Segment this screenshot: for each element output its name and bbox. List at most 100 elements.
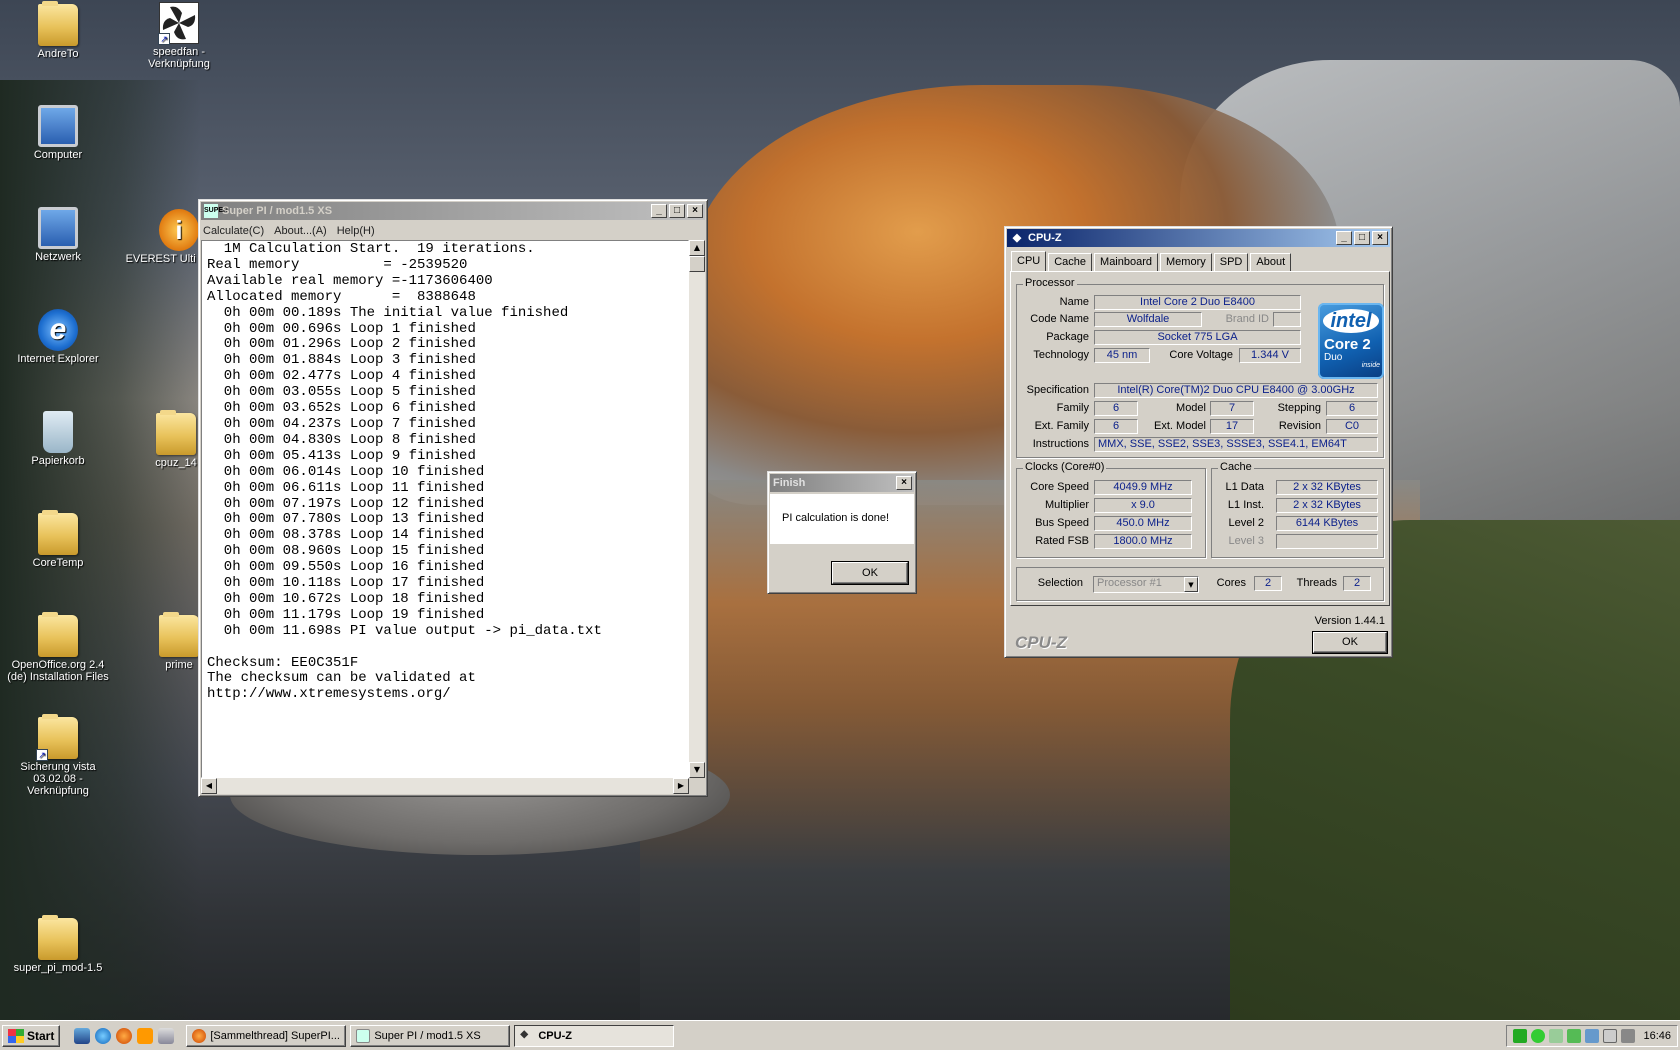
horizontal-scrollbar[interactable]: ◀ ▶ [201, 778, 689, 794]
desktop-icon-super-pi[interactable]: super_pi_mod-1.5 [3, 915, 113, 974]
media-player-icon[interactable] [137, 1027, 154, 1044]
scroll-thumb[interactable] [689, 256, 705, 272]
processor-group: Processor Name Intel Core 2 Duo E8400 Co… [1016, 277, 1384, 458]
l1inst-label: L1 Inst. [1227, 499, 1264, 511]
folder-icon [159, 612, 199, 657]
codename-label: Code Name [1030, 313, 1089, 325]
desktop-icon-speedfan[interactable]: ↗ speedfan - Verknüpfung [124, 2, 234, 70]
specification-value: Intel(R) Core(TM)2 Duo CPU E8400 @ 3.00G… [1094, 383, 1378, 398]
desktop-icon-openoffice[interactable]: OpenOffice.org 2.4 (de) Installation Fil… [3, 612, 113, 683]
show-desktop-icon[interactable] [74, 1027, 91, 1044]
tray-monitor-icon[interactable] [1585, 1029, 1600, 1043]
desktop-icon-label: super_pi_mod-1.5 [13, 962, 103, 974]
desktop-icon-network[interactable]: Netzwerk [3, 207, 113, 263]
menu-calculate[interactable]: Calculate(C) [203, 225, 264, 237]
superpi-window[interactable]: SUPER Super PI / mod1.5 XS _ □ × Calcula… [198, 199, 708, 797]
finish-titlebar[interactable]: Finish × [770, 474, 914, 492]
tab-cpu[interactable]: CPU [1011, 251, 1047, 271]
dialog-title: Finish [773, 477, 806, 489]
specification-label: Specification [1026, 384, 1089, 396]
clock[interactable]: 16:46 [1643, 1030, 1671, 1042]
l1data-label: L1 Data [1225, 481, 1264, 493]
desktop-icon-computer[interactable]: Computer [3, 105, 113, 161]
tab-mainboard[interactable]: Mainboard [1094, 253, 1159, 271]
desktop-icon-label: speedfan - Verknüpfung [148, 46, 210, 70]
close-button[interactable]: × [896, 476, 912, 490]
desktop-icon-label: Sicherung vista 03.02.08 - Verknüpfung [20, 761, 96, 797]
revision-value: C0 [1326, 419, 1378, 434]
tray-app-icon[interactable] [1513, 1029, 1528, 1043]
scroll-down-button[interactable]: ▼ [689, 762, 705, 778]
desktop-icon-label: OpenOffice.org 2.4 (de) Installation Fil… [7, 659, 109, 683]
multiplier-label: Multiplier [1044, 499, 1089, 511]
tray-temperature-icon[interactable] [1567, 1029, 1582, 1043]
volume-icon[interactable] [1621, 1029, 1636, 1043]
cpuz-window[interactable]: ◆ CPU-Z _ □ × CPU Cache Mainboard Memory… [1004, 226, 1393, 658]
start-button[interactable]: Start [2, 1024, 61, 1047]
maximize-button[interactable]: □ [1354, 231, 1370, 245]
extmodel-label: Ext. Model [1154, 420, 1206, 432]
l1data-value: 2 x 32 KBytes [1276, 480, 1378, 495]
output-line: 0h 00m 03.652s Loop 6 finished [207, 400, 476, 417]
desktop-icon-coretemp[interactable]: CoreTemp [3, 510, 113, 569]
level2-value: 6144 KBytes [1276, 516, 1378, 531]
ie-icon[interactable] [95, 1027, 112, 1044]
superpi-titlebar[interactable]: SUPER Super PI / mod1.5 XS _ □ × [201, 202, 705, 220]
cpuz-app-icon: ◆ [1012, 232, 1022, 244]
instructions-value: MMX, SSE, SSE2, SSE3, SSSE3, SSE4.1, EM6… [1094, 437, 1378, 452]
tab-memory[interactable]: Memory [1160, 253, 1212, 271]
menu-help[interactable]: Help(H) [337, 225, 375, 237]
close-button[interactable]: × [1372, 231, 1388, 245]
scroll-right-button[interactable]: ▶ [673, 778, 689, 794]
taskbar-item-cpuz[interactable]: ◆ CPU-Z [514, 1024, 675, 1047]
intel-logo-line: Core 2 [1324, 336, 1371, 353]
minimize-button[interactable]: _ [1336, 231, 1352, 245]
window-title: CPU-Z [1028, 232, 1062, 244]
vertical-scrollbar[interactable]: ▲ ▼ [689, 240, 705, 778]
tab-spd[interactable]: SPD [1213, 253, 1249, 271]
chevron-down-icon[interactable]: ▼ [1184, 577, 1198, 592]
tab-cache[interactable]: Cache [1048, 253, 1093, 271]
tray-status-icon[interactable] [1531, 1029, 1546, 1043]
ok-button[interactable]: OK [831, 561, 909, 585]
tray-display-icon[interactable] [1603, 1029, 1618, 1043]
desktop-icon-internet-explorer[interactable]: e Internet Explorer [3, 309, 113, 365]
desktop-icon-sicherung[interactable]: ↗ Sicherung vista 03.02.08 - Verknüpfung [3, 714, 113, 797]
tray-network-icon[interactable] [1549, 1029, 1564, 1043]
explorer-icon[interactable] [158, 1027, 175, 1044]
taskbar-item-firefox[interactable]: [Sammelthread] SuperPI... [186, 1024, 347, 1047]
clocks-group: Clocks (Core#0) Core Speed 4049.9 MHz Mu… [1016, 461, 1206, 558]
output-line: 1M Calculation Start. 19 iterations. [207, 241, 535, 257]
task-label: [Sammelthread] SuperPI... [210, 1029, 340, 1042]
taskbar-item-superpi[interactable]: Super PI / mod1.5 XS [350, 1024, 511, 1047]
ok-button[interactable]: OK [1312, 631, 1388, 654]
group-label: Processor [1023, 277, 1077, 289]
desktop-icon-recycle-bin[interactable]: Papierkorb [3, 411, 113, 467]
revision-label: Revision [1278, 420, 1321, 432]
close-button[interactable]: × [687, 204, 703, 218]
output-line: The checksum can be validated at [207, 670, 476, 687]
output-line: 0h 00m 01.884s Loop 3 finished [207, 352, 476, 369]
superpi-output[interactable]: 1M Calculation Start. 19 iterations. Real… [201, 240, 689, 778]
finish-dialog[interactable]: Finish × PI calculation is done! OK [767, 471, 917, 594]
cpuz-titlebar[interactable]: ◆ CPU-Z _ □ × [1007, 229, 1390, 247]
recycle-bin-icon [43, 411, 73, 453]
superpi-menubar: Calculate(C) About...(A) Help(H) [199, 222, 707, 240]
tab-about[interactable]: About [1250, 253, 1292, 271]
threads-label: Threads [1296, 577, 1337, 589]
output-line: Available real memory =-1173606400 [207, 272, 493, 289]
model-label: Model [1176, 402, 1206, 414]
output-line: 0h 00m 09.550s Loop 16 finished [207, 559, 485, 576]
scroll-left-button[interactable]: ◀ [201, 778, 217, 794]
scroll-up-button[interactable]: ▲ [689, 240, 705, 256]
brandid-label: Brand ID [1225, 313, 1269, 325]
technology-value: 45 nm [1094, 348, 1150, 363]
busspeed-label: Bus Speed [1035, 517, 1089, 529]
menu-about[interactable]: About...(A) [274, 225, 327, 237]
taskbar: Start [Sammelthread] SuperPI... Super PI… [0, 1020, 1680, 1050]
maximize-button[interactable]: □ [669, 204, 685, 218]
firefox-icon[interactable] [116, 1027, 133, 1044]
minimize-button[interactable]: _ [651, 204, 667, 218]
cache-group: Cache L1 Data 2 x 32 KBytes L1 Inst. 2 x… [1211, 461, 1384, 558]
desktop-icon-andreto[interactable]: AndreTo [3, 1, 113, 60]
